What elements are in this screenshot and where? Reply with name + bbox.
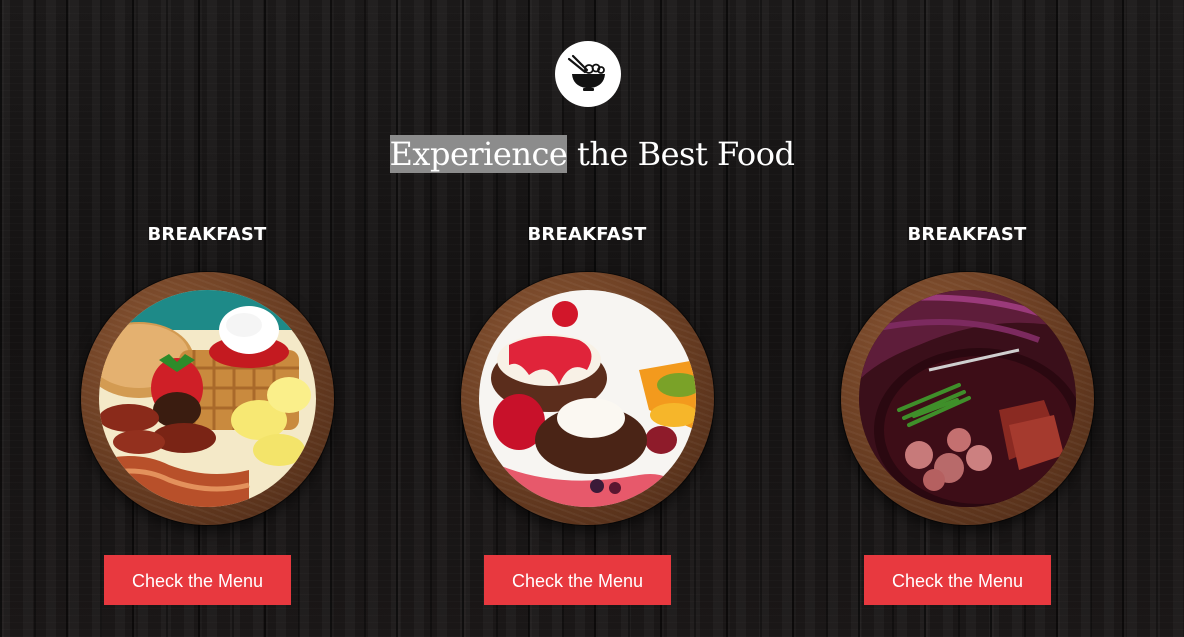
headline-text: the Best Food [567, 135, 795, 173]
card-title: BREAKFAST [147, 224, 267, 245]
menu-card-1: BREAKFAST Check the Menu [77, 222, 337, 612]
page-headline: Experience the Best Food [0, 133, 1184, 175]
menu-card-3: BREAKFAST Check the Menu [837, 222, 1097, 612]
dinner-food-image[interactable] [859, 290, 1076, 507]
card-title: BREAKFAST [527, 224, 647, 245]
breakfast-food-image[interactable] [99, 290, 316, 507]
wooden-plate-frame [461, 272, 714, 525]
card-title: BREAKFAST [907, 224, 1027, 245]
check-menu-button[interactable]: Check the Menu [104, 555, 291, 605]
check-menu-button[interactable]: Check the Menu [484, 555, 671, 605]
check-menu-button[interactable]: Check the Menu [864, 555, 1051, 605]
wooden-plate-frame [81, 272, 334, 525]
page: Experience the Best Food BREAKFAST Check… [0, 0, 1184, 637]
logo-noodle-bowl-icon[interactable] [555, 41, 621, 107]
menu-card-2: BREAKFAST Check the Menu [457, 222, 717, 612]
headline-highlighted-word: Experience [389, 135, 568, 173]
wooden-plate-frame [841, 272, 1094, 525]
dessert-food-image[interactable] [479, 290, 696, 507]
